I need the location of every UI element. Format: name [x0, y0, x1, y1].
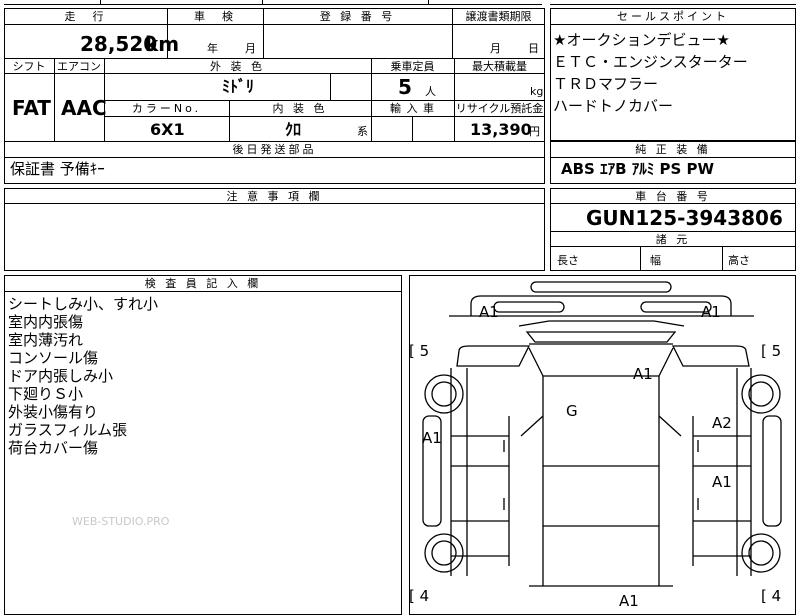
note-7: 外装小傷有り: [8, 403, 99, 421]
diagram-mark-2: A1: [701, 303, 721, 321]
dims-header: 諸 元: [655, 233, 691, 246]
caution-header: 注 意 事 項 欄: [226, 190, 323, 203]
capacity-value: 5: [398, 75, 412, 99]
note-2: 室内内張傷: [8, 313, 84, 331]
tire-left-rear: [ 4: [409, 587, 429, 605]
inspection-header: 車 検: [194, 10, 236, 23]
post-parts-value: 保証書 予備ｷｰ: [10, 160, 105, 178]
inspector-header: 検 査 員 記 入 欄: [144, 277, 262, 290]
chassis-header: 車 台 番 号: [635, 190, 711, 203]
diagram-mark-7: A1: [712, 473, 732, 491]
ext-color-header: 外 装 色: [210, 60, 265, 73]
transfer-day: 日: [528, 42, 539, 55]
genuine-header: 純 正 装 備: [635, 143, 711, 156]
transfer-header: 譲渡書類期限: [465, 10, 532, 23]
sales-point-4: ハードトノカバー: [553, 97, 674, 115]
capacity-header: 乗車定員: [390, 60, 435, 73]
car-diagram: A1 A1 A1 G A1 A2 A1 A1 [ 5 [ 5 [ 4 [ 4: [409, 281, 782, 606]
genuine-value: ABS ｴｱB ｱﾙﾐ PS PW: [561, 160, 715, 178]
color-no-header: カラーNo.: [131, 102, 202, 115]
diagram-mark-4: G: [566, 402, 578, 420]
recycle-value: 13,390: [470, 120, 532, 139]
transfer-month: 月: [490, 42, 501, 55]
post-parts-header: 後日発送部品: [232, 143, 317, 156]
sales-point-1: ★オークションデビュー★: [553, 31, 730, 49]
diagram-mark-3: A1: [633, 365, 653, 383]
reg-no-header: 登 録 番 号: [319, 10, 396, 23]
int-color-value: ｸﾛ: [285, 120, 302, 139]
mileage-unit: km: [145, 32, 180, 56]
note-6: 下廻りＳ小: [8, 385, 84, 403]
tire-right-rear: [ 4: [761, 587, 781, 605]
int-color-suffix: 系: [357, 125, 368, 138]
note-9: 荷台カバー傷: [8, 439, 99, 457]
max-load-header: 最大積載量: [472, 60, 527, 73]
watermark: WEB-STUDIO.PRO: [72, 515, 170, 528]
sales-point-3: ＴＲＤマフラー: [553, 75, 659, 93]
length-label: 長さ: [557, 254, 579, 267]
ext-color-value: ﾐﾄﾞﾘ: [222, 77, 255, 96]
diagram-mark-6: A2: [712, 414, 732, 432]
load-unit: kg: [530, 85, 544, 98]
color-no-value: 6X1: [150, 120, 185, 139]
note-1: シートしみ小、すれ小: [8, 295, 159, 313]
sales-point-header: セールスポイント: [617, 10, 729, 23]
shift-header: シフト: [12, 60, 46, 73]
chassis-value: GUN125-3943806: [586, 206, 783, 230]
int-color-header: 内 装 色: [272, 102, 328, 115]
month-unit: 月: [245, 42, 256, 55]
capacity-unit: 人: [425, 85, 436, 98]
year-unit: 年: [207, 42, 218, 55]
note-3: 室内薄汚れ: [8, 331, 84, 349]
shift-value: FAT: [12, 96, 51, 120]
note-8: ガラスフィルム張: [8, 421, 128, 439]
aircon-value: AAC: [61, 96, 107, 120]
tire-left-front: [ 5: [409, 342, 429, 360]
sales-point-2: ＥＴＣ・エンジンスターター: [553, 53, 748, 71]
aircon-header: エアコン: [57, 60, 101, 73]
mileage-header: 走 行: [64, 10, 107, 23]
tire-right-front: [ 5: [761, 342, 781, 360]
import-header: 輸 入 車: [390, 102, 435, 115]
height-label: 高さ: [728, 254, 750, 267]
diagram-mark-8: A1: [619, 592, 639, 606]
recycle-unit: 円: [529, 125, 540, 138]
diagram-mark-1: A1: [479, 303, 499, 321]
note-5: ドア内張しみ小: [8, 367, 114, 385]
diagram-mark-5: A1: [422, 429, 442, 447]
note-4: コンソール傷: [8, 349, 99, 367]
recycle-header: リサイクル預託金: [455, 102, 544, 115]
width-label: 幅: [650, 254, 661, 267]
